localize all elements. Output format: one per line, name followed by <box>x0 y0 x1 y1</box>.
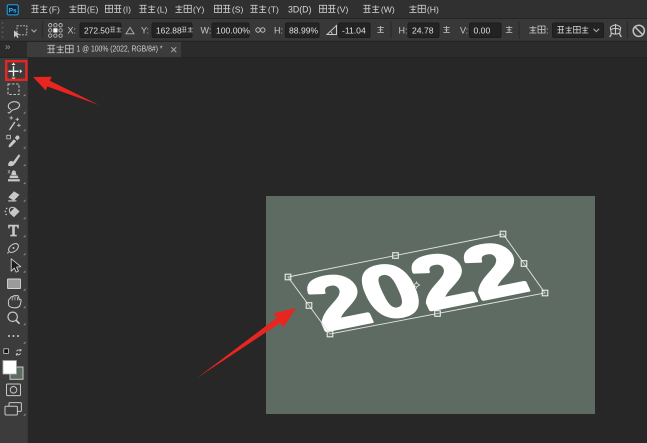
svg-text:1 @ 100% (2022, RGB/8#) *: 1 @ 100% (2022, RGB/8#) * <box>77 43 163 53</box>
svg-text:3D(D): 3D(D) <box>288 5 312 15</box>
svg-text:(L): (L) <box>157 4 168 14</box>
svg-text:Y:: Y: <box>141 26 149 36</box>
svg-text:(W): (W) <box>381 4 395 14</box>
svg-text:(F): (F) <box>49 4 60 14</box>
svg-text:(Y): (Y) <box>193 4 205 14</box>
svg-text:(E): (E) <box>87 4 99 14</box>
svg-text:V:: V: <box>460 26 468 36</box>
svg-text:-11.04: -11.04 <box>342 26 366 36</box>
svg-text:0.00: 0.00 <box>474 26 491 36</box>
svg-text:88.99%: 88.99% <box>289 26 319 36</box>
svg-text:100.00%: 100.00% <box>216 26 250 36</box>
svg-text:(I): (I) <box>123 4 131 14</box>
svg-text:H:: H: <box>274 26 283 36</box>
svg-text:162.88: 162.88 <box>156 25 182 35</box>
svg-text:x: x <box>8 170 11 176</box>
svg-text::: : <box>546 26 549 36</box>
svg-text:X:: X: <box>68 26 77 36</box>
svg-text:W:: W: <box>201 26 212 36</box>
svg-text:272.50: 272.50 <box>84 25 110 35</box>
svg-text:(H): (H) <box>427 4 439 14</box>
svg-text:24.78: 24.78 <box>412 26 434 36</box>
svg-text:»: » <box>5 42 10 53</box>
svg-text:(V): (V) <box>337 4 349 14</box>
svg-text:(S): (S) <box>232 4 244 14</box>
svg-text:(T): (T) <box>268 4 279 14</box>
svg-text:H:: H: <box>399 26 408 36</box>
svg-text:Ps: Ps <box>9 7 17 14</box>
